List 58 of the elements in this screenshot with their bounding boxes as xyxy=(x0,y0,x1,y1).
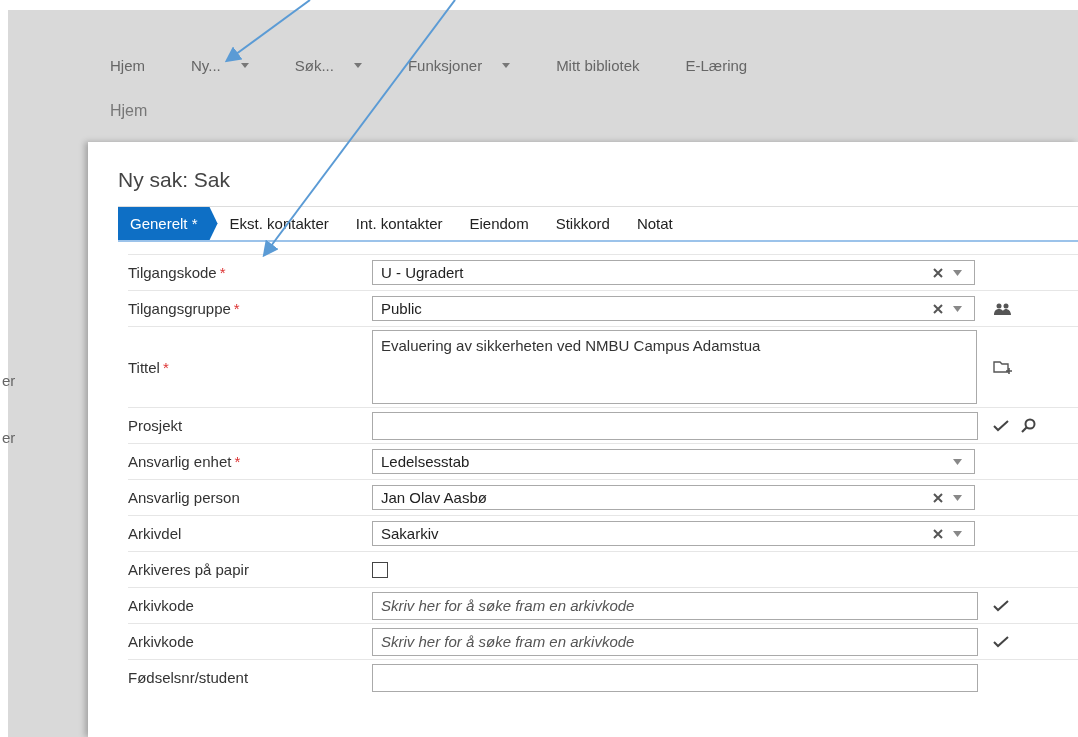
field-label: Arkivkode xyxy=(128,633,194,650)
field-label: Arkivdel xyxy=(128,525,182,542)
nav-menu-item[interactable]: Funksjoner xyxy=(407,57,511,74)
select-field[interactable]: Sakarkiv xyxy=(372,521,975,546)
required-mark: * xyxy=(234,453,241,470)
field-label: Tilgangskode xyxy=(128,264,217,281)
tab[interactable]: Eiendom xyxy=(457,207,544,240)
text-area[interactable]: Evaluering av sikkerheten ved NMBU Campus Adamstua xyxy=(372,330,977,404)
select-field[interactable]: Ledelsesstab xyxy=(372,449,975,474)
clear-icon[interactable] xyxy=(933,528,943,539)
tab[interactable]: Int. kontakter xyxy=(343,207,458,240)
required-mark: * xyxy=(219,264,226,281)
checkbox[interactable] xyxy=(372,562,388,579)
field-label: Arkivkode xyxy=(128,597,194,614)
caret-icon xyxy=(353,63,362,68)
required-mark: * xyxy=(233,300,240,317)
search-icon[interactable] xyxy=(1021,418,1036,433)
check-icon[interactable] xyxy=(993,635,1009,648)
input-field[interactable]: Skriv her for å søke fram en arkivkode xyxy=(372,627,978,656)
required-mark: * xyxy=(162,358,169,376)
cut-text: er xyxy=(2,429,17,446)
check-icon[interactable] xyxy=(993,599,1009,612)
caret-icon[interactable] xyxy=(953,530,962,537)
tab[interactable]: Generelt * xyxy=(118,207,218,240)
tab[interactable]: Notat xyxy=(624,207,688,240)
cut-text: er xyxy=(2,372,17,389)
caret-icon[interactable] xyxy=(953,269,962,276)
nav-menu-item[interactable]: E-Læring xyxy=(685,57,748,74)
caret-icon xyxy=(502,63,511,68)
caret-icon[interactable] xyxy=(953,494,962,501)
field-label: Prosjekt xyxy=(128,417,183,434)
nav-menu-item[interactable]: Søk... xyxy=(294,57,362,74)
field-label: Tittel xyxy=(128,358,160,376)
clear-icon[interactable] xyxy=(933,267,943,278)
dialog-title: Ny sak: Sak xyxy=(118,168,232,192)
field-label: Fødselsnr/student xyxy=(128,669,249,686)
tab[interactable]: Stikkord xyxy=(543,207,625,240)
clear-icon[interactable] xyxy=(933,492,943,503)
input-field[interactable]: Skriv her for å søke fram en arkivkode xyxy=(372,591,978,620)
input-field[interactable] xyxy=(372,663,978,692)
select-field[interactable]: Jan Olav Aasbø xyxy=(372,485,975,510)
caret-icon[interactable] xyxy=(953,305,962,312)
nav-menu-item[interactable]: Hjem xyxy=(110,57,145,74)
field-label: Ansvarlig enhet xyxy=(128,453,232,470)
select-field[interactable]: Public xyxy=(372,296,975,321)
nav-menu-item[interactable]: Ny... xyxy=(191,57,249,74)
field-label: Ansvarlig person xyxy=(128,489,240,506)
check-icon[interactable] xyxy=(993,419,1009,432)
select-field[interactable]: U - Ugradert xyxy=(372,260,975,285)
people-icon[interactable] xyxy=(993,301,1013,316)
clear-icon[interactable] xyxy=(933,303,943,314)
field-label: Arkiveres på papir xyxy=(128,561,249,578)
caret-icon xyxy=(240,63,249,68)
folder-plus-icon[interactable] xyxy=(993,359,1013,375)
nav-menu-item[interactable]: Mitt bibliotek xyxy=(556,57,640,74)
input-field[interactable] xyxy=(372,411,978,440)
caret-icon[interactable] xyxy=(953,458,962,465)
field-label: Tilgangsgruppe xyxy=(128,300,231,317)
